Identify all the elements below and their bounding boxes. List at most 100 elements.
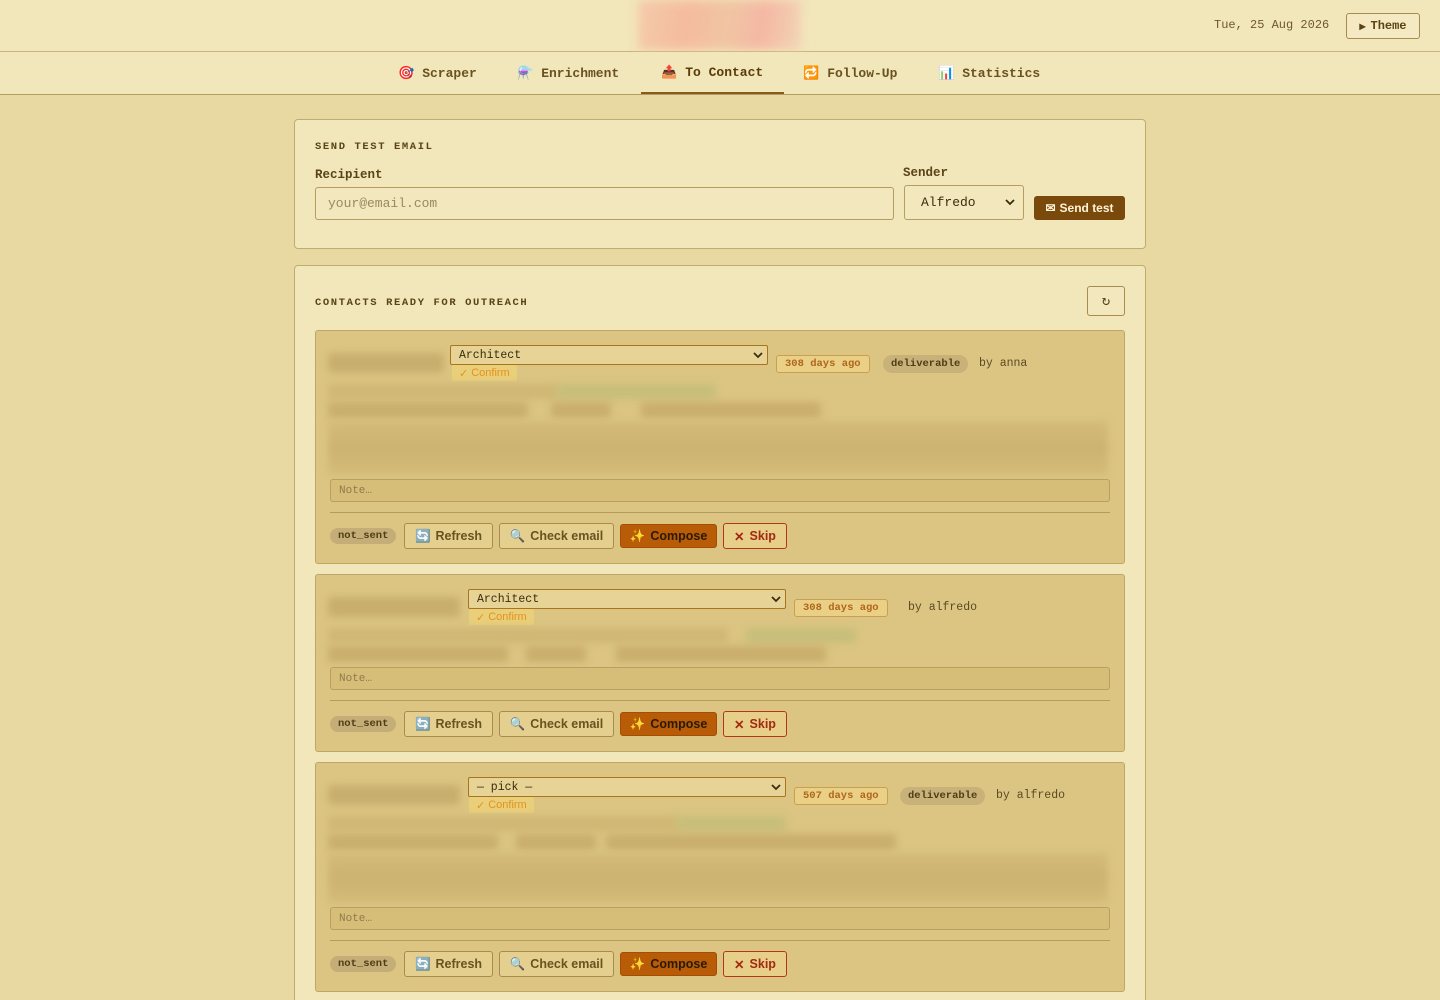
contact-name (328, 785, 460, 805)
skip-button[interactable]: ✕ Skip (723, 951, 787, 977)
compose-button[interactable]: ✨ Compose (620, 952, 717, 976)
check-email-button[interactable]: 🔍 Check email (499, 951, 614, 977)
section-title: SEND TEST EMAIL (315, 141, 434, 153)
refresh-icon: ↻ (1101, 293, 1111, 310)
magnifier-icon: 🔍 (509, 716, 526, 731)
check-icon: ✓ (476, 799, 486, 812)
age-badge: 308 days ago (776, 355, 870, 373)
compose-button[interactable]: ✨ Compose (620, 524, 717, 548)
recipient-input[interactable] (315, 187, 894, 220)
close-icon: ✕ (734, 957, 745, 972)
verification-badge: deliverable (883, 355, 969, 373)
skip-label: Skip (749, 957, 776, 971)
skip-button[interactable]: ✕ Skip (723, 711, 787, 737)
owner-text: by alfredo (996, 789, 1066, 802)
role-select[interactable]: Architect (450, 345, 768, 365)
contact-email (328, 628, 728, 643)
contact-company (328, 646, 508, 662)
contact-card: Architect ✓ Confirm 308 days ago by alfr… (315, 574, 1125, 752)
role-select[interactable]: — pick — (468, 777, 786, 797)
check-email-label: Check email (530, 957, 604, 971)
send-status-badge: not_sent (330, 716, 397, 732)
tab-label: Statistics (962, 65, 1041, 81)
contact-meta (551, 402, 611, 418)
bar-chart-icon: 📊 (938, 65, 955, 81)
confirm-role-button[interactable]: ✓ Confirm (469, 609, 534, 625)
tab-scraper[interactable]: 🎯 Scraper (378, 52, 497, 94)
tab-label: To Contact (685, 64, 764, 80)
target-icon: 🎯 (398, 65, 415, 81)
sender-select[interactable]: Alfredo (904, 185, 1024, 220)
role-value: — pick — (477, 780, 533, 794)
send-status-badge: not_sent (330, 956, 397, 972)
contact-domain (676, 816, 786, 831)
app-logo (638, 0, 801, 50)
top-bar: Tue, 25 Aug 2026 ▸ Theme (0, 0, 1440, 52)
sparkles-icon: ✨ (629, 716, 646, 731)
refresh-button[interactable]: 🔄 Refresh (404, 711, 493, 737)
note-input[interactable] (330, 907, 1110, 930)
envelope-icon: ✉ (1045, 201, 1056, 215)
outbox-icon: 📤 (661, 64, 678, 80)
theme-label: Theme (1370, 19, 1407, 33)
contact-company (328, 402, 528, 418)
contact-location (641, 402, 821, 418)
age-badge: 308 days ago (794, 599, 888, 617)
confirm-role-button[interactable]: ✓ Confirm (452, 365, 517, 381)
confirm-label: Confirm (471, 367, 510, 379)
tab-label: Follow-Up (827, 65, 898, 81)
skip-label: Skip (749, 529, 776, 543)
tab-follow-up[interactable]: 🔁 Follow-Up (783, 52, 917, 94)
contact-domain (746, 628, 856, 643)
send-test-button[interactable]: ✉ Send test (1034, 196, 1125, 220)
magnifier-icon: 🔍 (509, 528, 526, 543)
confirm-role-button[interactable]: ✓ Confirm (469, 797, 534, 813)
contact-summary (328, 853, 1108, 903)
divider (330, 512, 1110, 513)
tab-to-contact[interactable]: 📤 To Contact (641, 52, 784, 94)
contact-card: Architect ✓ Confirm 308 days ago deliver… (315, 330, 1125, 564)
refresh-button[interactable]: 🔄 Refresh (404, 523, 493, 549)
chevron-down-icon (1005, 199, 1015, 206)
contact-location (606, 834, 896, 850)
chevron-down-icon (753, 351, 763, 358)
role-select[interactable]: Architect (468, 589, 786, 609)
check-icon: ✓ (459, 367, 469, 380)
recipient-label: Recipient (315, 168, 383, 182)
tab-statistics[interactable]: 📊 Statistics (918, 52, 1060, 94)
age-badge: 507 days ago (794, 787, 888, 805)
refresh-label: Refresh (435, 957, 483, 971)
check-icon: ✓ (476, 611, 486, 624)
theme-button[interactable]: ▸ Theme (1346, 13, 1420, 39)
skip-button[interactable]: ✕ Skip (723, 523, 787, 549)
note-input[interactable] (330, 667, 1110, 690)
contact-summary (328, 421, 1108, 475)
sender-label: Sender (903, 166, 949, 180)
tab-enrichment[interactable]: ⚗️ Enrichment (497, 52, 639, 94)
chevron-right-icon: ▸ (1359, 19, 1366, 34)
sparkles-icon: ✨ (629, 956, 646, 971)
close-icon: ✕ (734, 717, 745, 732)
close-icon: ✕ (734, 529, 745, 544)
contact-company (328, 834, 498, 850)
contact-name (328, 353, 444, 373)
refresh-button[interactable]: 🔄 Refresh (404, 951, 493, 977)
tab-label: Scraper (422, 65, 477, 81)
compose-button[interactable]: ✨ Compose (620, 712, 717, 736)
send-test-label: Send test (1059, 201, 1114, 215)
refresh-icon: 🔄 (414, 956, 431, 971)
divider (330, 700, 1110, 701)
confirm-label: Confirm (488, 611, 527, 623)
check-email-button[interactable]: 🔍 Check email (499, 523, 614, 549)
compose-label: Compose (650, 957, 708, 971)
send-test-email-panel: SEND TEST EMAIL Recipient Sender Alfredo… (294, 119, 1146, 249)
repeat-icon: 🔁 (803, 65, 820, 81)
refresh-list-button[interactable]: ↻ (1087, 286, 1125, 316)
owner-text: by alfredo (908, 601, 978, 614)
note-input[interactable] (330, 479, 1110, 502)
check-email-button[interactable]: 🔍 Check email (499, 711, 614, 737)
contact-email (328, 816, 678, 831)
owner-text: by anna (979, 357, 1028, 370)
current-date: Tue, 25 Aug 2026 (1214, 18, 1330, 32)
contact-meta (516, 834, 596, 850)
